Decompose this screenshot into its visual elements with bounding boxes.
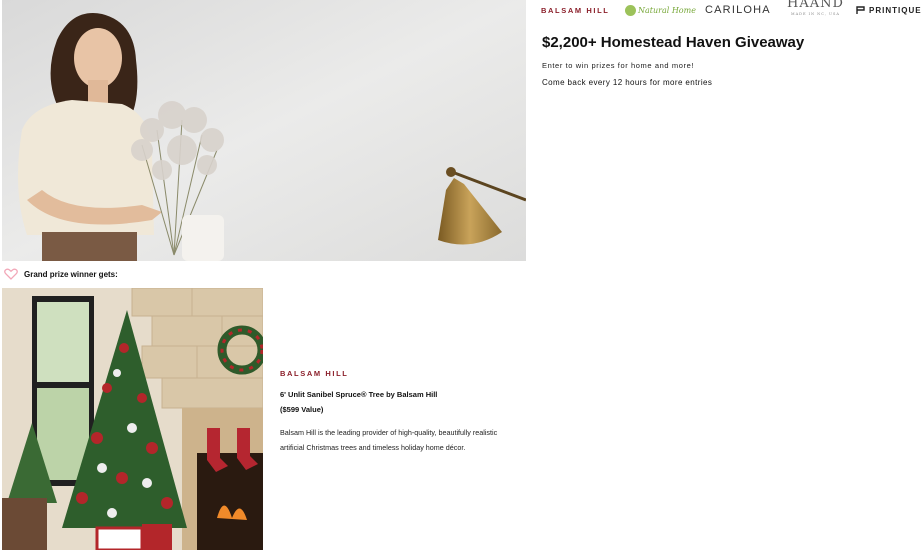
grand-prize-header: Grand prize winner gets:	[4, 267, 118, 281]
heart-icon	[4, 268, 18, 280]
natural-home-logo: Natural Home	[625, 0, 696, 20]
sponsor-logos: BALSAM HILL Natural Home CARILOHA HAAND …	[541, 0, 924, 20]
giveaway-return-note: Come back every 12 hours for more entrie…	[542, 78, 713, 87]
natural-home-logo-text: Natural Home	[638, 5, 696, 15]
hero-image	[2, 0, 526, 261]
prize-name: 6' Unlit Sanibel Spruce® Tree by Balsam …	[280, 390, 438, 399]
prize-description: Balsam Hill is the leading provider of h…	[280, 428, 498, 452]
leaf-icon	[625, 4, 636, 16]
prize-value: ($599 Value)	[280, 405, 324, 414]
prize-image	[2, 288, 263, 550]
giveaway-subtitle: Enter to win prizes for home and more!	[542, 61, 695, 70]
haand-logo-text: HAAND	[787, 0, 844, 11]
balsam-hill-logo: BALSAM HILL	[541, 5, 610, 15]
printique-logo-text: PRINTIQUE	[869, 5, 922, 15]
prize-brand: BALSAM HILL	[280, 369, 349, 378]
haand-logo: HAAND MADE IN NC, USA	[787, 0, 844, 18]
grand-prize-label: Grand prize winner gets:	[24, 269, 118, 279]
printique-logo: PRINTIQUE	[856, 0, 922, 20]
cariloha-logo: CARILOHA	[705, 4, 771, 16]
giveaway-title: $2,200+ Homestead Haven Giveaway	[542, 34, 805, 51]
printique-icon	[856, 6, 865, 14]
haand-tagline: MADE IN NC, USA	[791, 12, 840, 16]
